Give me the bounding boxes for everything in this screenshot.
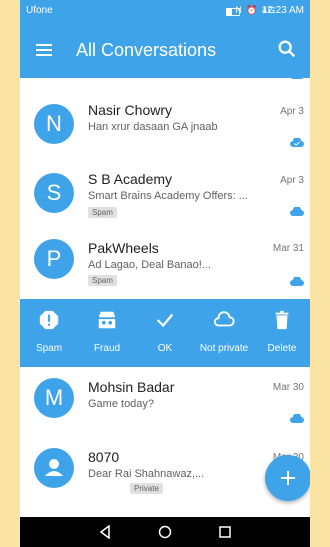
message-date: Mar 31	[272, 243, 304, 254]
spam-tag: Spam	[88, 275, 117, 286]
list-item[interactable]: M Mohsin Badar Game today? Mar 30	[20, 368, 310, 438]
alert-icon	[39, 310, 59, 330]
avatar: S	[34, 173, 74, 213]
cloud-icon	[290, 207, 304, 216]
person-icon	[45, 459, 63, 476]
status-time: 12:23 AM	[261, 5, 304, 16]
ok-action-button[interactable]: OK	[136, 299, 194, 367]
page-title: All Conversations	[76, 40, 217, 60]
contact-name: Nasir Chowry	[88, 102, 173, 118]
message-date: Mar 30	[272, 382, 304, 393]
list-item[interactable]: P PakWheels Ad Lagao, Deal Banao!... Spa…	[20, 231, 310, 301]
message-preview: Smart Brains Academy Offers: ...	[88, 190, 248, 202]
contact-name: Mohsin Badar	[88, 379, 175, 395]
list-item[interactable]: N Nasir Chowry Han xrur dasaan GA jnaab …	[20, 94, 310, 164]
fraud-action-label: Fraud	[93, 343, 121, 354]
message-preview: Ad Lagao, Deal Banao!...	[88, 259, 211, 271]
cloud-icon	[290, 414, 304, 423]
recents-icon[interactable]	[218, 525, 232, 539]
message-preview: Han xrur dasaan GA jnaab	[88, 121, 218, 133]
fraud-icon	[98, 311, 116, 329]
delete-action-label: Delete	[267, 343, 297, 354]
avatar: P	[34, 239, 74, 279]
avatar	[34, 448, 74, 488]
plus-icon	[281, 471, 295, 485]
app-bar: All Conversations	[20, 22, 310, 78]
not-private-action-label: Not private	[199, 343, 249, 354]
action-bar: Spam Fraud OK Not private Delete	[20, 299, 310, 367]
phone-screen: Ufone N ⏰ 4G 12:23 AM All Conversations …	[20, 0, 310, 547]
trash-icon	[275, 310, 289, 330]
check-icon	[156, 313, 174, 328]
search-icon[interactable]	[276, 38, 298, 60]
contact-name: 8070	[88, 449, 120, 465]
list-item[interactable]: S S B Academy Smart Brains Academy Offer…	[20, 163, 310, 233]
cloud-icon	[290, 138, 304, 147]
avatar: N	[34, 104, 74, 144]
status-bar: Ufone N ⏰ 4G 12:23 AM	[20, 0, 310, 22]
avatar: M	[34, 378, 74, 418]
contact-name: PakWheels	[88, 240, 159, 256]
message-preview: Game today?	[88, 398, 155, 410]
menu-icon[interactable]	[36, 44, 52, 56]
cloud-icon	[290, 70, 304, 79]
back-icon[interactable]	[98, 525, 112, 539]
spam-action-button[interactable]: Spam	[20, 299, 78, 367]
fraud-action-button[interactable]: Fraud	[78, 299, 136, 367]
home-icon[interactable]	[158, 525, 172, 539]
message-preview: Dear Rai Shahnawaz,...	[88, 468, 205, 480]
cloud-icon	[213, 311, 235, 327]
spam-action-label: Spam	[35, 343, 63, 354]
navigation-bar	[20, 517, 310, 547]
carrier-name: Ufone	[26, 5, 53, 16]
private-tag: Private	[130, 483, 163, 494]
spam-tag: Spam	[88, 207, 117, 218]
not-private-action-button[interactable]: Not private	[194, 299, 254, 367]
cloud-icon	[290, 277, 304, 286]
ok-action-label: OK	[157, 343, 173, 354]
message-date: Apr 3	[280, 106, 304, 117]
contact-name: S B Academy	[88, 171, 173, 187]
message-date: Apr 3	[280, 175, 304, 186]
delete-action-button[interactable]: Delete	[254, 299, 310, 367]
new-conversation-button[interactable]	[265, 455, 310, 501]
